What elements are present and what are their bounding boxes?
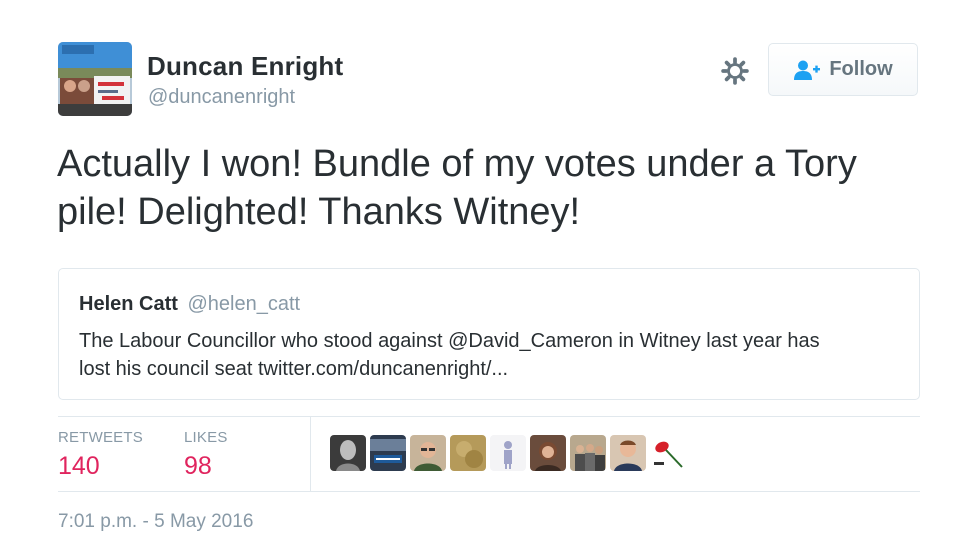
gold-texture-avatar[interactable] xyxy=(450,435,486,471)
quoted-author-name: Helen Catt xyxy=(79,293,178,315)
banner-avatar[interactable] xyxy=(370,435,406,471)
quoted-line-2: lost his council seat twitter.com/duncan… xyxy=(79,358,509,380)
author-avatar[interactable] xyxy=(58,42,132,116)
likes-stat[interactable]: LIKES 98 xyxy=(184,429,228,481)
likers-avatars xyxy=(330,435,686,473)
tweet-timestamp[interactable]: 7:01 p.m. - 5 May 2016 xyxy=(58,511,253,533)
retweets-stat[interactable]: RETWEETS 140 xyxy=(58,429,143,481)
woman-avatar[interactable] xyxy=(530,435,566,471)
quoted-author-handle: @helen_catt xyxy=(187,293,301,315)
author-name[interactable]: Duncan Enright xyxy=(147,51,343,82)
gear-icon[interactable] xyxy=(720,56,750,86)
tweet-line-1: Actually I won! Bundle of my votes under… xyxy=(57,143,857,185)
tweet-line-2: pile! Delighted! Thanks Witney! xyxy=(57,191,581,233)
quoted-tweet-header: Helen Catt @helen_catt xyxy=(79,291,899,317)
profile-photo-icon xyxy=(58,42,132,116)
figure-avatar[interactable] xyxy=(490,435,526,471)
portrait-engraving-avatar[interactable] xyxy=(330,435,366,471)
quoted-line-1: The Labour Councillor who stood against … xyxy=(79,330,820,352)
likes-label: LIKES xyxy=(184,429,228,446)
man-glasses-avatar[interactable] xyxy=(410,435,446,471)
quoted-tweet-text: The Labour Councillor who stood against … xyxy=(79,327,899,383)
author-handle[interactable]: @duncanenright xyxy=(148,86,295,109)
retweets-label: RETWEETS xyxy=(58,429,143,446)
stats-divider xyxy=(310,417,311,491)
quoted-tweet[interactable]: Helen Catt @helen_catt The Labour Counci… xyxy=(58,268,920,400)
red-rose-avatar[interactable] xyxy=(650,435,686,471)
add-user-icon xyxy=(794,60,821,80)
group-avatar[interactable] xyxy=(570,435,606,471)
follow-label: Follow xyxy=(829,58,893,80)
man-avatar[interactable] xyxy=(610,435,646,471)
tweet-stats: RETWEETS 140 LIKES 98 xyxy=(58,416,920,492)
likes-count: 98 xyxy=(184,452,212,480)
retweets-count: 140 xyxy=(58,452,100,480)
follow-button[interactable]: Follow xyxy=(768,43,918,96)
tweet-text: Actually I won! Bundle of my votes under… xyxy=(57,140,937,236)
